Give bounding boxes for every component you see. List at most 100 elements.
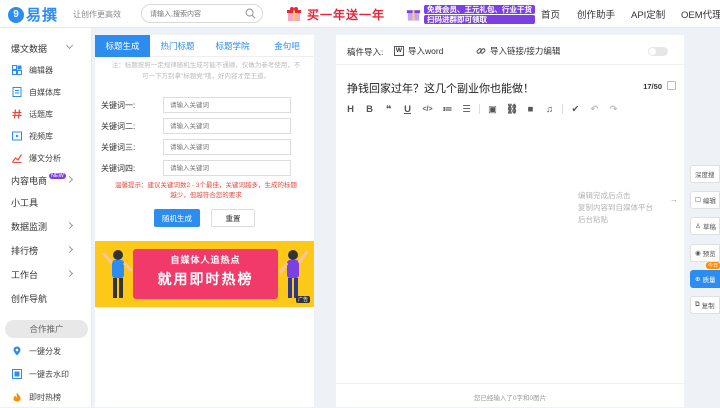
ordered-list-icon[interactable]: ≔ [442, 104, 453, 115]
check-icon[interactable]: ✔ [570, 104, 581, 115]
video-icon[interactable]: ■ [525, 104, 536, 115]
import-word-button[interactable]: W 导入word [394, 45, 443, 57]
search-icon[interactable] [245, 8, 256, 19]
search-input[interactable] [150, 8, 245, 20]
sidebar-item-label: 话题库 [29, 109, 53, 119]
unordered-list-icon[interactable]: ☰ [461, 104, 472, 115]
flame-icon [13, 392, 21, 402]
article-title[interactable]: 挣钱回家过年？这几个副业你也能做！ [347, 80, 534, 96]
chevron-right-icon [65, 245, 74, 254]
sidebar-item-label: 爆文分析 [29, 153, 61, 163]
random-generate-button[interactable]: 随机生成 [154, 209, 200, 227]
sidebar-group-rankings[interactable]: 排行榜 [0, 239, 92, 261]
undo-icon[interactable]: ↶ [589, 104, 600, 115]
preview-button[interactable]: ◉ 预览 [690, 244, 720, 262]
clear-title-icon[interactable] [667, 81, 676, 90]
sidebar-item-distribute[interactable]: 一键分发 [0, 340, 92, 362]
sidebar-group-monitoring[interactable]: 数据监测 [0, 215, 92, 237]
code-icon[interactable]: </> [421, 106, 434, 113]
document-icon [12, 87, 22, 97]
promo-banner-group[interactable]: 免费会员、王元礼包、行业干货 扫码进群即可领取 [405, 3, 535, 25]
warning-line: 越少，但越符合您的要求 [170, 192, 242, 199]
nav-home[interactable]: 首页 [541, 7, 560, 21]
keyword-row: 关键词三: [101, 139, 311, 155]
nav-creation-assistant[interactable]: 创作助手 [577, 7, 615, 21]
gift-icon [406, 10, 421, 21]
ad-tag: 广告 [295, 296, 310, 303]
tab-hot-titles[interactable]: 热门标题 [150, 35, 205, 57]
search-box[interactable] [141, 4, 263, 23]
sidebar-group-hot-articles[interactable]: 爆文数据 [0, 37, 92, 59]
keyword-input-3[interactable] [163, 139, 291, 155]
button-label: 复制 [701, 303, 715, 310]
sidebar-item-label: 编辑器 [29, 65, 53, 75]
quality-check-button[interactable]: ⊕ 质量 [690, 270, 720, 288]
top-bar: 9 易撰 让创作更高效 买一年送一年 免费会员、王元礼包、行业干货 扫码进群即可… [0, 0, 720, 28]
promo-banner-sale[interactable]: 买一年送一年 [285, 3, 385, 25]
draft-button[interactable]: ♙ 草稿 [690, 217, 720, 235]
keyword-label: 关键词二: [101, 122, 136, 131]
hot-list-ad-banner[interactable]: 自媒体人追热点 就用即时热榜 广告 [95, 241, 314, 307]
sidebar-item-watermark[interactable]: 一键去水印 [0, 363, 92, 385]
keyword-input-1[interactable] [163, 97, 291, 113]
sidebar-group-tools[interactable]: 小工具 [0, 191, 92, 213]
keyword-input-4[interactable] [163, 160, 291, 176]
relay-edit-toggle[interactable] [648, 47, 668, 56]
underline-icon[interactable]: U [402, 104, 413, 115]
sidebar-group-label: 排行榜 [11, 245, 39, 256]
reset-button[interactable]: 重置 [211, 209, 255, 227]
sidebar-item-hot-list[interactable]: 即时热榜 [0, 386, 92, 408]
sidebar-group-navigation[interactable]: 创作导航 [0, 287, 92, 309]
title-tool-panel: 标题生成 热门标题 标题学院 金句吧 注：标题按照一定规律随机生成可能不通顺，仅… [95, 35, 314, 407]
bold-icon[interactable]: B [364, 104, 375, 115]
keyword-label: 关键词一: [101, 101, 136, 110]
editor-toolbar: H B ❝ U </> ≔ ☰ ▣ ⛓ ■ ♫ ✔ ↶ ↷ [341, 102, 623, 116]
title-char-count: 17/50 [643, 82, 662, 91]
chevron-right-icon [65, 221, 74, 230]
sidebar-group-label: 内容电商 [11, 175, 48, 186]
import-link-button[interactable]: 导入链接/接力编辑 [476, 45, 560, 57]
copy-hint: 编辑完成后点击 复制内容到自媒体平台 后台粘贴 [578, 190, 670, 226]
toolbar-divider [479, 104, 480, 114]
sidebar-item-videos[interactable]: 视频库 [0, 125, 92, 147]
person-illustration [278, 250, 309, 298]
audio-icon[interactable]: ♫ [544, 104, 555, 115]
copy-button[interactable]: ⧉ 复制 [690, 296, 720, 314]
sidebar-group-workspace[interactable]: 工作台 [0, 263, 92, 285]
gift-icon [287, 7, 301, 21]
sidebar-item-analysis[interactable]: 爆文分析 [0, 147, 92, 169]
quote-icon[interactable]: ❝ [383, 104, 394, 115]
sidebar-item-media-library[interactable]: 自媒体库 [0, 81, 92, 103]
partner-promo-pill[interactable]: 合作推广 [5, 320, 88, 338]
sidebar-group-ecommerce[interactable]: 内容电商 NEW [0, 169, 92, 191]
keyword-label: 关键词四: [101, 164, 136, 173]
nav-oem[interactable]: OEM代理 [681, 7, 720, 21]
keyword-input-2[interactable] [163, 118, 291, 134]
tab-title-generate[interactable]: 标题生成 [95, 35, 150, 57]
deep-search-button[interactable]: 深度搜 [690, 165, 720, 183]
word-count-status: 您已经输入了0字和0图片 [473, 395, 547, 402]
edit-button[interactable]: ☐ 编辑 [690, 191, 720, 209]
link-icon[interactable]: ⛓ [506, 104, 518, 115]
keyword-row: 关键词四: [101, 160, 311, 176]
redo-icon[interactable]: ↷ [608, 104, 619, 115]
video-icon [12, 131, 22, 141]
grid-icon [12, 65, 22, 75]
promo-group-line2: 扫码进群即可领取 [424, 14, 535, 24]
promo-group-line1: 免费会员、王元礼包、行业干货 [424, 4, 535, 14]
banner-slogan: 就用即时热榜 [157, 271, 254, 287]
image-icon[interactable]: ▣ [487, 104, 498, 115]
tab-title-academy[interactable]: 标题学院 [205, 35, 260, 57]
sidebar-item-editor[interactable]: 编辑器 [0, 59, 92, 81]
editor-footer: 您已经输入了0字和0图片 [336, 383, 684, 407]
title-tool-tabs: 标题生成 热门标题 标题学院 金句吧 [95, 35, 314, 57]
logo[interactable]: 9 易撰 [8, 4, 58, 25]
tab-golden-quotes[interactable]: 金句吧 [260, 35, 314, 57]
sidebar-group-label: 小工具 [11, 197, 39, 208]
sidebar-item-topics[interactable]: 话题库 [0, 103, 92, 125]
hint-line: 编辑完成后点击 [578, 191, 631, 200]
import-word-label: 导入word [408, 46, 444, 56]
heading-icon[interactable]: H [345, 104, 356, 115]
draft-icon: ♙ [695, 223, 701, 230]
nav-api[interactable]: API定制 [631, 7, 665, 21]
